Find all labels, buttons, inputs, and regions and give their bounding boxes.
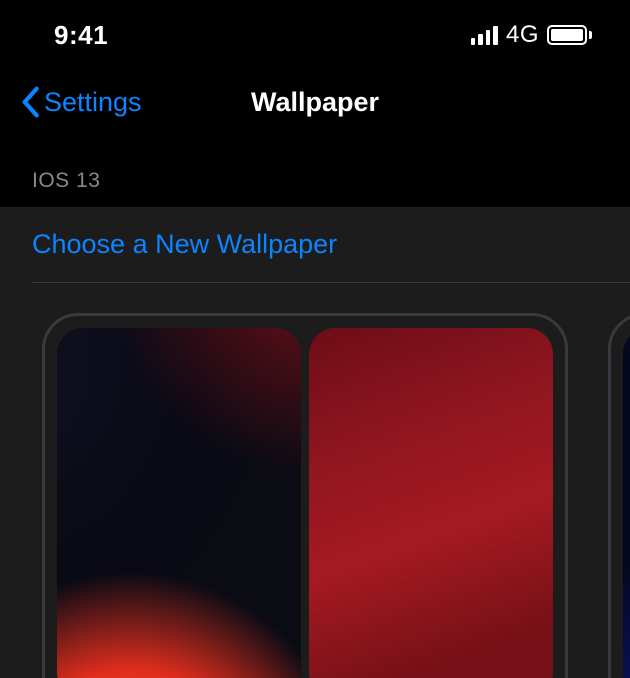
choose-wallpaper-row[interactable]: Choose a New Wallpaper (0, 207, 630, 282)
wallpaper-preview-lock (623, 328, 630, 678)
back-label: Settings (44, 87, 142, 118)
settings-wallpaper-screen: 9:41 4G Settings Wallpaper IOS 13 Choose… (0, 0, 630, 678)
back-button[interactable]: Settings (20, 86, 142, 118)
section-header: IOS 13 (0, 169, 630, 207)
settings-list: Choose a New Wallpaper (0, 207, 630, 678)
status-bar: 9:41 4G (0, 0, 630, 70)
nav-header: Settings Wallpaper (0, 70, 630, 134)
wallpaper-preview-card[interactable] (42, 313, 568, 678)
wallpaper-preview-carousel[interactable] (0, 283, 630, 678)
status-time: 9:41 (54, 20, 108, 51)
wallpaper-preview-card[interactable] (608, 313, 630, 678)
signal-icon (471, 25, 498, 45)
network-label: 4G (506, 21, 539, 49)
wallpaper-preview-home (309, 328, 553, 678)
battery-icon (547, 25, 592, 45)
wallpaper-preview-lock (57, 328, 301, 678)
status-right: 4G (471, 21, 592, 49)
chevron-left-icon (20, 86, 40, 118)
choose-wallpaper-label: Choose a New Wallpaper (32, 229, 598, 260)
